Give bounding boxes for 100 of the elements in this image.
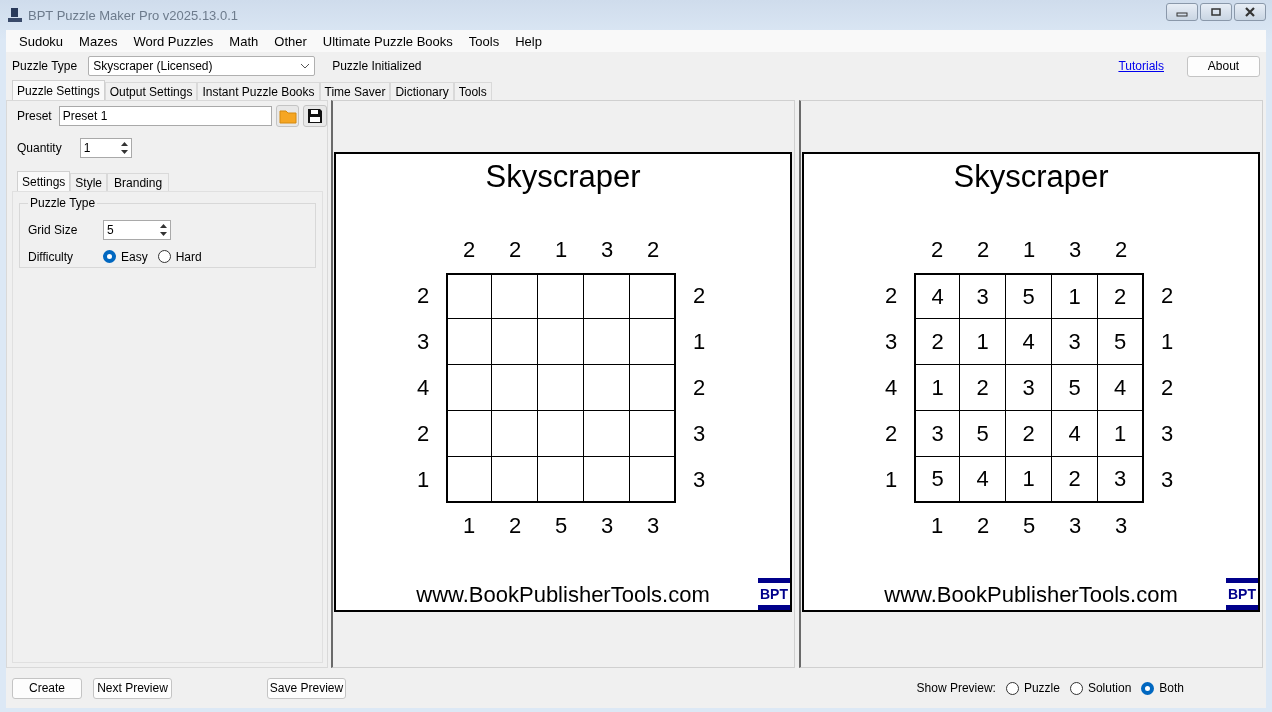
clue-number: 4	[883, 374, 899, 402]
tab[interactable]: Settings	[17, 171, 71, 191]
radio-option[interactable]: Easy	[103, 249, 148, 264]
grid-cell	[446, 365, 492, 411]
grid-cell	[630, 319, 676, 365]
tab[interactable]: Puzzle Settings	[12, 80, 105, 100]
clue-number: 1	[691, 328, 707, 356]
grid-cell	[630, 411, 676, 457]
clue-number: 3	[691, 420, 707, 448]
radio-option[interactable]: Hard	[157, 249, 202, 264]
radio-option[interactable]: Both	[1141, 681, 1184, 695]
maximize-icon	[1210, 7, 1222, 17]
tab[interactable]: Time Saver	[319, 82, 391, 100]
tab[interactable]: Style	[70, 173, 108, 191]
tab[interactable]: Output Settings	[104, 82, 198, 100]
menu-item[interactable]: Word Puzzles	[126, 33, 221, 49]
field-label: Show Preview:	[916, 681, 996, 695]
menu-item[interactable]: Mazes	[72, 33, 125, 49]
menu-item[interactable]: Tools	[461, 33, 507, 49]
grid-cell: 3	[1006, 365, 1052, 411]
radio-button[interactable]	[1069, 681, 1083, 695]
tutorials-link[interactable]: Tutorials	[1118, 59, 1164, 73]
grid-cell: 1	[960, 319, 1006, 365]
radio-button[interactable]	[1141, 681, 1155, 695]
radio-option[interactable]: Solution	[1069, 681, 1132, 695]
clue-number: 2	[461, 236, 477, 264]
menu-item[interactable]: Other	[267, 33, 314, 49]
tab[interactable]: Instant Puzzle Books	[197, 82, 320, 100]
close-button[interactable]	[1234, 3, 1266, 21]
clue-number: 2	[975, 512, 991, 540]
close-icon	[1244, 7, 1256, 17]
clue-number: 1	[415, 466, 431, 494]
field-label: Quantity	[17, 141, 62, 155]
clue-number: 2	[691, 374, 707, 402]
clue-number: 3	[1067, 236, 1083, 264]
grid-cell: 2	[914, 319, 960, 365]
radio-button[interactable]	[157, 250, 171, 263]
clue-number: 2	[1159, 282, 1175, 310]
menu-item[interactable]: Help	[508, 33, 549, 49]
menu-item[interactable]: Math	[222, 33, 266, 49]
group-title: Puzzle Type	[29, 196, 97, 210]
logo: BPT	[758, 578, 790, 610]
clue-number: 2	[507, 236, 523, 264]
grid-cell: 4	[1098, 365, 1144, 411]
window-title: BPT Puzzle Maker Pro v2025.13.0.1	[28, 7, 240, 23]
clue-number: 3	[645, 512, 661, 540]
clue-number: 4	[415, 374, 431, 402]
grid-cell: 2	[1006, 411, 1052, 457]
clue-number: 2	[1159, 374, 1175, 402]
grid-cell	[446, 273, 492, 319]
grid-cell: 1	[914, 365, 960, 411]
radio-button[interactable]	[103, 250, 116, 263]
field-label: Preset	[17, 109, 52, 123]
folder-icon	[278, 108, 297, 124]
clue-number: 2	[415, 282, 431, 310]
grid-cell	[584, 365, 630, 411]
website-text: www.BookPublisherTools.com	[883, 582, 1179, 609]
clue-number: 3	[599, 512, 615, 540]
grid-cell	[538, 319, 584, 365]
next-preview-button[interactable]: Next Preview	[93, 677, 172, 699]
logo: BPT	[1226, 578, 1258, 610]
grid-cell	[492, 319, 538, 365]
clue-number: 2	[929, 236, 945, 264]
clue-number: 3	[1067, 512, 1083, 540]
grid-cell	[446, 319, 492, 365]
grid-cell	[446, 457, 492, 503]
puzzle-type-dropdown[interactable]: Skyscraper (Licensed)	[88, 56, 316, 76]
grid-cell: 5	[1052, 365, 1098, 411]
minimize-button[interactable]	[1166, 3, 1198, 21]
clue-number: 5	[553, 512, 569, 540]
tab[interactable]: Dictionary	[390, 82, 454, 100]
grid-cell	[492, 411, 538, 457]
clue-number: 1	[553, 236, 569, 264]
grid-cell: 4	[1006, 319, 1052, 365]
maximize-button[interactable]	[1200, 3, 1232, 21]
tab[interactable]: Branding	[107, 173, 170, 191]
clue-number: 3	[1113, 512, 1129, 540]
clue-number: 2	[975, 236, 991, 264]
grid-cell	[630, 457, 676, 503]
create-button[interactable]: Create	[12, 677, 82, 699]
clue-number: 2	[883, 282, 899, 310]
quantity-spinner[interactable]: 1	[79, 138, 132, 158]
grid-cell	[538, 457, 584, 503]
grid-size-spinner[interactable]: 5	[103, 219, 171, 240]
menu-item[interactable]: Sudoku	[12, 33, 71, 49]
about-button[interactable]: About	[1187, 55, 1260, 77]
clue-number: 3	[599, 236, 615, 264]
preset-field[interactable]: Preset 1	[58, 106, 272, 126]
tab[interactable]: Tools	[453, 82, 492, 100]
grid-cell	[492, 365, 538, 411]
clue-number: 3	[883, 328, 899, 356]
grid-cell	[538, 273, 584, 319]
radio-button[interactable]	[1005, 681, 1019, 695]
clue-number: 2	[883, 420, 899, 448]
save-button[interactable]	[303, 105, 327, 127]
radio-option[interactable]: Puzzle	[1005, 681, 1060, 695]
menu-item[interactable]: Ultimate Puzzle Books	[315, 33, 460, 49]
save-preview-button[interactable]: Save Preview	[267, 677, 346, 699]
grid-cell: 4	[914, 273, 960, 319]
grid-cell	[446, 411, 492, 457]
